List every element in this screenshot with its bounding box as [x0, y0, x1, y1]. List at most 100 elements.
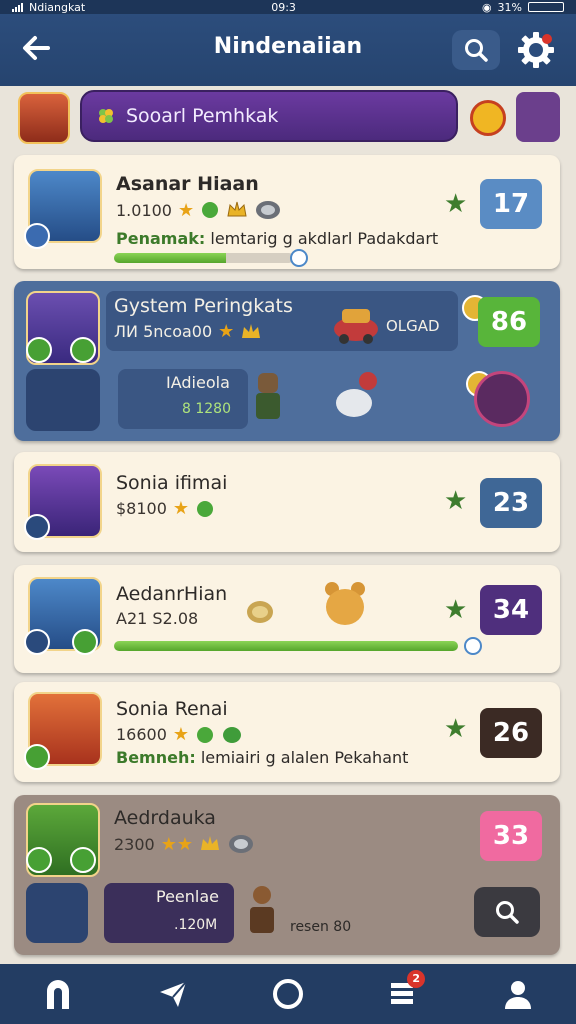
search-icon [496, 901, 519, 924]
stats-value: 1.0100 [116, 200, 172, 220]
bag-icon[interactable] [474, 371, 530, 427]
warrior-icon [250, 886, 274, 933]
player-name: Aedrdauka [114, 807, 216, 829]
nav-home[interactable] [30, 966, 86, 1022]
rank-badge-icon [72, 629, 98, 655]
leaderboard-card[interactable]: Asanar Hiaan 1.0100 ★ Penamak: lemtarig … [14, 155, 560, 269]
treasure-bag-icon[interactable] [516, 92, 560, 142]
stats-value: 16600 [116, 725, 167, 744]
player-subtitle: Penamak: lemtarig g akdlarl Padakdart [116, 229, 438, 248]
player-stats: 2300 ★★ [114, 833, 255, 855]
gem-icon [202, 202, 219, 218]
player-stats: 16600 ★ [116, 724, 243, 745]
rank-badge-icon [26, 337, 52, 363]
robot-icon [336, 372, 377, 417]
progress-knob[interactable] [464, 637, 482, 655]
rank-badge-icon [24, 514, 50, 540]
player-stats: ЛИ 5ncoa00 ★ [114, 321, 262, 342]
progress-bar [114, 253, 294, 263]
search-bar[interactable]: Sooarl Pemhkak [80, 90, 458, 142]
stats-value: A21 S2.08 [116, 609, 199, 628]
leaderboard-card[interactable]: AedanrHian A21 S2.08 ★ 34 [14, 565, 560, 673]
paper-plane-icon [159, 981, 187, 1007]
leaderboard-card[interactable]: Sonia ifimai $8100 ★ ★ 23 [14, 452, 560, 552]
notification-badge: 2 [407, 970, 426, 988]
settings-button[interactable] [514, 28, 558, 72]
score-badge: 34 [480, 585, 542, 635]
carrier-label: Ndiangkat [29, 0, 86, 14]
player-stats: 1.0100 ★ [116, 199, 282, 221]
signal-icon [12, 2, 23, 12]
profile-avatar[interactable] [18, 92, 70, 144]
search-icon [465, 39, 488, 62]
progress-knob[interactable] [290, 249, 308, 267]
crown-icon [242, 323, 261, 338]
score-badge: 33 [480, 811, 542, 861]
battery-icon [528, 2, 564, 12]
progress-fill [114, 253, 226, 263]
top-strip: Sooarl Pemhkak [14, 88, 562, 148]
leaderboard-card[interactable]: Gystem Peringkats ЛИ 5ncoa00 ★ OLGAD 86 … [14, 281, 560, 441]
progress-bar [114, 641, 458, 651]
search-label: Sooarl Pemhkak [126, 105, 279, 127]
green-star-icon: ★ [444, 486, 468, 516]
rank-badge-icon [70, 337, 96, 363]
star-icon: ★ [218, 321, 235, 342]
nav-menu[interactable]: 2 [375, 966, 431, 1022]
score-badge: 17 [480, 179, 542, 229]
nav-circle[interactable] [260, 966, 316, 1022]
bear-icon [325, 582, 365, 625]
shield-icon [256, 201, 281, 219]
battery-label: 31% [497, 0, 522, 14]
rank-badge-icon [24, 223, 50, 249]
player-stats: .120M [174, 917, 218, 933]
crown-icon [201, 836, 219, 850]
wifi-icon: ◉ [481, 0, 492, 14]
clock-label: 09:3 [271, 0, 296, 14]
leaderboard-card[interactable]: Aedrdauka 2300 ★★ 33 Peenlae .120M resen… [14, 795, 560, 955]
gem-icon [197, 500, 214, 517]
clover-icon [99, 109, 113, 123]
search-card-button[interactable] [474, 887, 540, 937]
player-name: Peenlae [156, 887, 219, 906]
rank-badge-icon [70, 847, 96, 873]
subtitle-label: Bemneh: [116, 748, 196, 767]
player-name: IAdieola [166, 373, 230, 392]
stats-value: $8100 [116, 499, 167, 518]
star-icon: ★ [177, 199, 195, 221]
green-star-icon: ★ [444, 189, 468, 219]
rank-badge-icon [26, 847, 52, 873]
stats-value: ЛИ 5ncoa00 [114, 322, 213, 341]
footer-label: resen 80 [290, 919, 352, 935]
leaderboard-card[interactable]: Sonia Renai 16600 ★ Bemneh: lemiairi g a… [14, 682, 560, 782]
pet-avatar [26, 883, 88, 943]
coin-icon [247, 601, 273, 623]
gear-icon [518, 32, 554, 68]
player-stats: $8100 ★ [116, 498, 215, 519]
star-icon: ★ [172, 498, 190, 519]
nav-send[interactable] [145, 966, 201, 1022]
player-name: Asanar Hiaan [116, 173, 259, 195]
rank-badge-icon [24, 744, 50, 770]
item-label: OLGAD [386, 317, 440, 335]
coin-badge-button[interactable] [470, 100, 506, 136]
search-button[interactable] [452, 30, 500, 70]
player-stats: 8 1280 [182, 401, 231, 417]
player-stats: A21 S2.08 [116, 609, 198, 628]
user-icon [505, 981, 532, 1009]
gem-icon [223, 726, 242, 743]
player-name: Gystem Peringkats [114, 295, 293, 317]
status-bar: Ndiangkat 09:3 ◉ 31% [0, 0, 576, 14]
warrior-icon [256, 373, 280, 419]
player-name: Sonia Renai [116, 698, 228, 720]
nav-profile[interactable] [490, 966, 546, 1022]
player-name: AedanrHian [116, 583, 228, 605]
home-arch-icon [46, 980, 69, 1009]
cart-icon [334, 309, 378, 344]
player-subtitle: Bemneh: lemiairi g alalen Pekahant [116, 748, 408, 767]
bottom-nav: 2 [0, 964, 576, 1024]
circle-icon [272, 979, 303, 1009]
player-name: Sonia ifimai [116, 472, 228, 494]
rank-badge-icon [24, 629, 50, 655]
shield-icon [229, 835, 253, 853]
